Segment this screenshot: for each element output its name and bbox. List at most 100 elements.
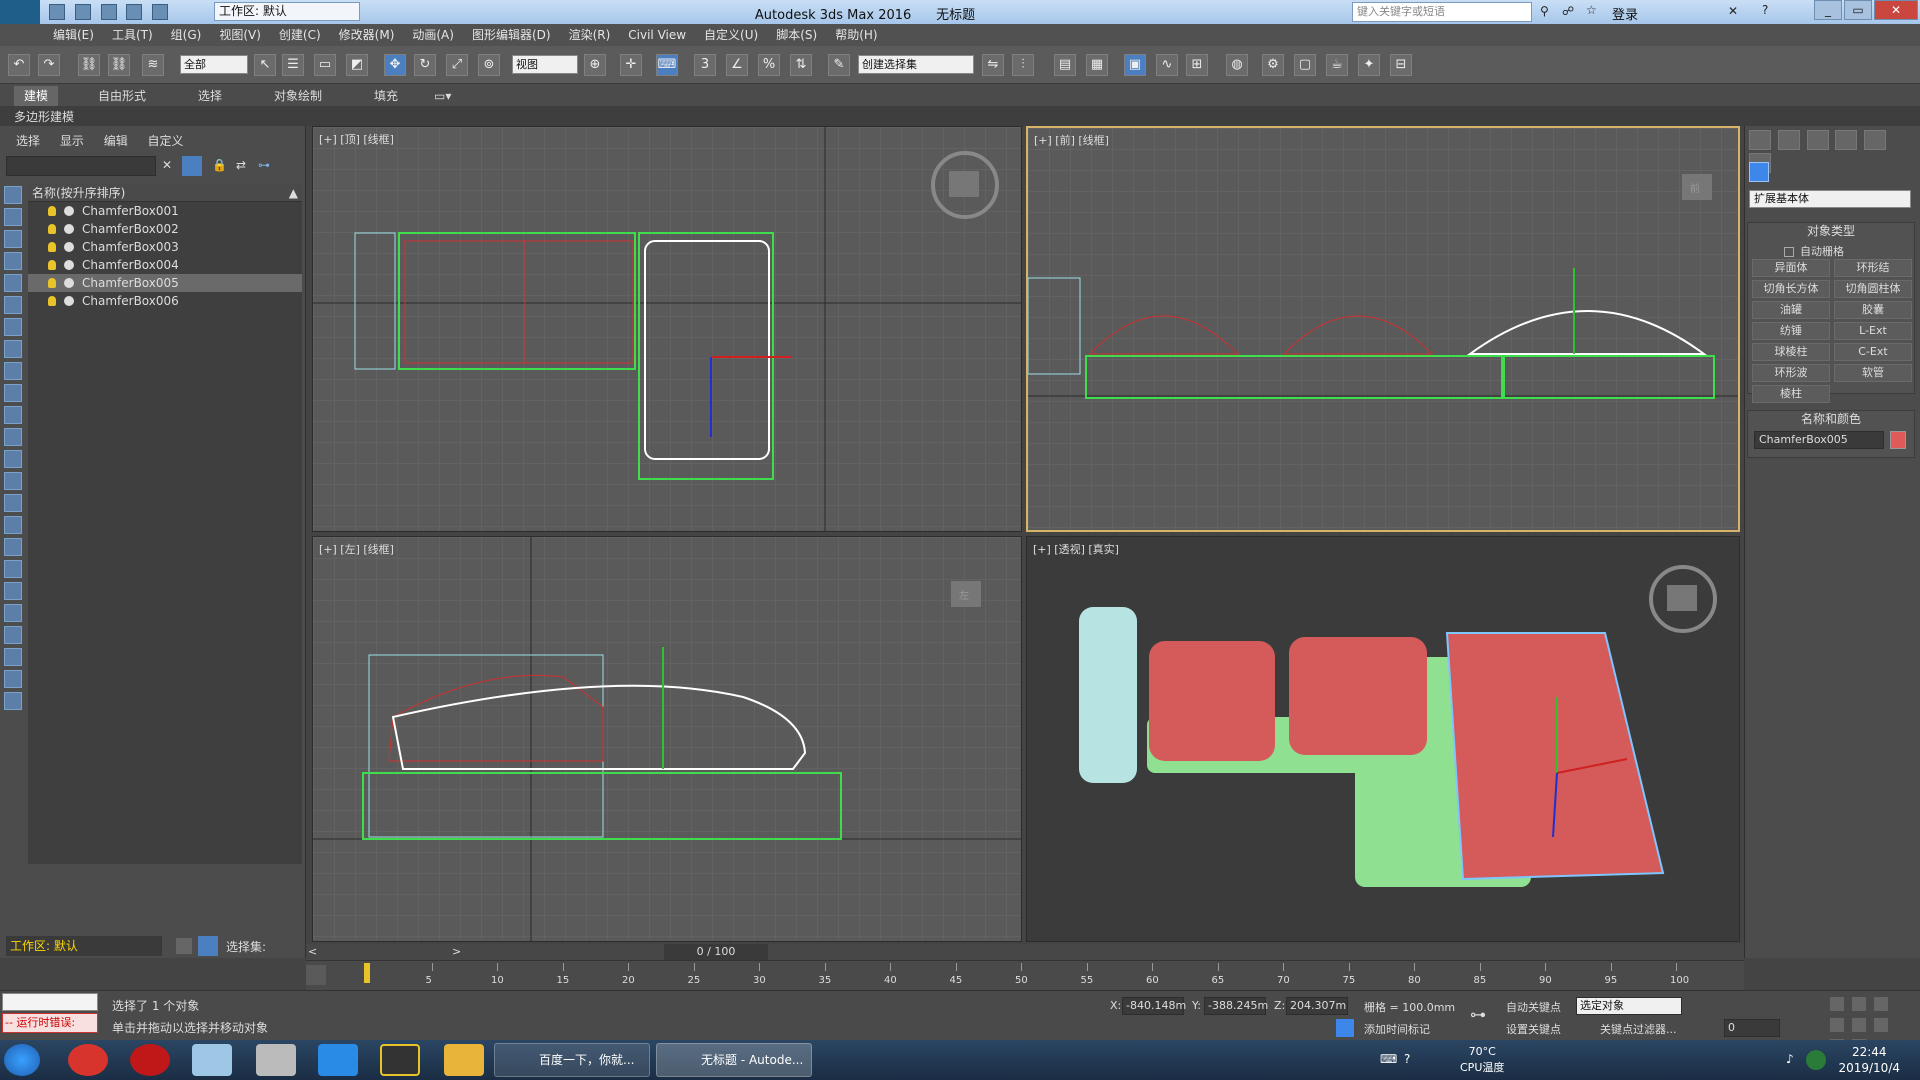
polygon-modeling-label[interactable]: 多边形建模 [14, 108, 74, 125]
primitive-button[interactable]: 纺锤 [1752, 322, 1830, 340]
zoom-extents-all-icon[interactable] [1830, 1018, 1844, 1032]
save-file-icon[interactable] [100, 4, 117, 20]
tray-volume-icon[interactable]: ♪ [1786, 1052, 1794, 1066]
select-move-icon[interactable]: ✥ [384, 54, 406, 76]
explorer-filter-input[interactable] [6, 156, 156, 176]
hierarchy-tab-icon[interactable] [1806, 130, 1829, 150]
redo-icon[interactable]: ↷ [38, 54, 60, 76]
explorer-filter-icon[interactable] [4, 494, 22, 512]
autogrid-checkbox[interactable]: 自动栅格 [1784, 243, 1844, 259]
mini-curve-editor-icon[interactable] [306, 965, 326, 985]
schematic-view-icon[interactable]: ⊞ [1186, 54, 1208, 76]
rect-selection-icon[interactable]: ▭ [314, 54, 336, 76]
scene-list-header[interactable]: 名称(按升序排序) ▲ [28, 184, 302, 202]
x-coord-input[interactable]: -840.148m [1122, 997, 1186, 1015]
geometry-category-icon[interactable] [1749, 162, 1769, 182]
explorer-tab-select[interactable]: 选择 [0, 132, 48, 150]
primitive-button[interactable]: C-Ext [1834, 343, 1912, 361]
primitive-button[interactable]: L-Ext [1834, 322, 1912, 340]
viewport-left[interactable]: [+] [左] [线框] 左 [312, 536, 1022, 942]
align-icon[interactable]: ⫶ [1012, 54, 1034, 76]
scene-list-item[interactable]: ChamferBox002 [28, 220, 302, 238]
light-bulb-icon[interactable] [48, 296, 56, 306]
tab-freeform[interactable]: 自由形式 [88, 86, 156, 106]
tray-help-icon[interactable]: ? [1404, 1052, 1410, 1066]
tab-selection[interactable]: 选择 [188, 86, 232, 106]
light-bulb-icon[interactable] [48, 278, 56, 288]
zoom-all-icon[interactable] [1851, 997, 1866, 1011]
explorer-filter-icon[interactable] [4, 538, 22, 556]
render-iterative-icon[interactable]: ✦ [1358, 54, 1380, 76]
menu-item[interactable]: 编辑(E) [44, 24, 103, 46]
light-bulb-icon[interactable] [48, 224, 56, 234]
tray-keyboard-icon[interactable]: ⌨ [1380, 1052, 1397, 1066]
layer-explorer-icon[interactable]: ▤ [1054, 54, 1076, 76]
redo-icon[interactable] [152, 4, 169, 20]
explorer-filter-icon[interactable] [4, 318, 22, 336]
time-tag-icon[interactable] [1336, 1019, 1354, 1037]
explorer-filter-icon[interactable] [4, 274, 22, 292]
select-scale-icon[interactable]: ⤢ [446, 54, 468, 76]
scene-explorer-icon[interactable]: ▣ [1124, 54, 1146, 76]
layers-icon[interactable] [176, 938, 192, 954]
explorer-filter-icon[interactable] [4, 406, 22, 424]
material-editor-icon[interactable]: ◍ [1226, 54, 1248, 76]
hierarchy-icon[interactable]: ⊶ [258, 158, 270, 172]
link-icon[interactable]: ⛓ [78, 54, 100, 76]
menu-item[interactable]: 图形编辑器(D) [463, 24, 560, 46]
ultraedit-icon[interactable] [380, 1044, 420, 1076]
pan-icon[interactable] [1873, 1018, 1888, 1032]
place-icon[interactable]: ⊚ [478, 54, 500, 76]
selection-set-icon[interactable] [198, 936, 218, 956]
undo-icon[interactable] [126, 4, 143, 20]
field-of-view-icon[interactable] [1851, 1018, 1866, 1032]
explorer-filter-icon[interactable] [4, 428, 22, 446]
explorer-tab-display[interactable]: 显示 [52, 132, 92, 150]
tab-modeling[interactable]: 建模 [14, 86, 59, 106]
viewport-perspective-label[interactable]: [+] [透视] [真实] [1033, 541, 1119, 557]
name-color-header[interactable]: 名称和颜色 [1748, 411, 1914, 427]
light-bulb-icon[interactable] [48, 206, 56, 216]
edit-named-selection-icon[interactable]: ✎ [828, 54, 850, 76]
menu-item[interactable]: 创建(C) [270, 24, 330, 46]
primitive-button[interactable]: 软管 [1834, 364, 1912, 382]
current-frame-input[interactable]: 0 [1724, 1019, 1780, 1037]
time-slider[interactable]: < 0 / 100 > [306, 944, 1744, 960]
explorer-filter-icon[interactable] [4, 208, 22, 226]
explorer-filter-icon[interactable] [4, 626, 22, 644]
menu-item[interactable]: Civil View [619, 24, 695, 46]
set-key-button[interactable]: 设置关键点 [1506, 1021, 1561, 1037]
window-crossing-icon[interactable]: ◩ [346, 54, 368, 76]
search-input[interactable]: 键入关键字或短语 [1352, 2, 1532, 22]
explorer-filter-icon[interactable] [4, 450, 22, 468]
select-by-name-icon[interactable]: ☰ [282, 54, 304, 76]
menu-item[interactable]: 组(G) [162, 24, 211, 46]
add-time-tag[interactable]: 添加时间标记 [1364, 1021, 1430, 1037]
viewport-top[interactable]: [+] [顶] [线框] [312, 126, 1022, 532]
explorer-filter-icon[interactable] [4, 340, 22, 358]
ribbon-options-icon[interactable]: ▭▾ [424, 86, 461, 106]
selected-objects-select[interactable]: 选定对象 [1576, 997, 1682, 1015]
render-setup-icon[interactable]: ⚙ [1262, 54, 1284, 76]
snap-toggle-icon[interactable]: 3 [694, 54, 716, 76]
explorer-filter-icon[interactable] [4, 516, 22, 534]
binoculars-icon[interactable]: ⚲ [1540, 4, 1549, 18]
scene-list-item[interactable]: ChamferBox003 [28, 238, 302, 256]
object-color-swatch[interactable] [1890, 431, 1906, 449]
key-icon[interactable]: ⊶ [1470, 1005, 1486, 1024]
object-name-input[interactable]: ChamferBox005 [1754, 431, 1884, 449]
explorer-filter-icon[interactable] [4, 472, 22, 490]
z-coord-input[interactable]: 204.307m [1286, 997, 1348, 1015]
help-icon[interactable]: ? [1762, 3, 1768, 17]
select-rotate-icon[interactable]: ↻ [414, 54, 436, 76]
sort-up-icon[interactable]: ▲ [289, 184, 302, 202]
create-tab-icon[interactable] [1749, 130, 1771, 150]
primitive-button[interactable]: 油罐 [1752, 301, 1830, 319]
key-filters-button[interactable]: 关键点过滤器... [1600, 1021, 1677, 1037]
viewport-front[interactable]: [+] [前] [线框] 前 [1026, 126, 1740, 532]
app-s-icon[interactable] [318, 1044, 358, 1076]
keyboard-shortcut-icon[interactable]: ⌨ [656, 54, 678, 76]
display-tab-icon[interactable] [1864, 130, 1887, 150]
maximize-button[interactable]: ▭ [1844, 0, 1872, 20]
motion-tab-icon[interactable] [1835, 130, 1858, 150]
